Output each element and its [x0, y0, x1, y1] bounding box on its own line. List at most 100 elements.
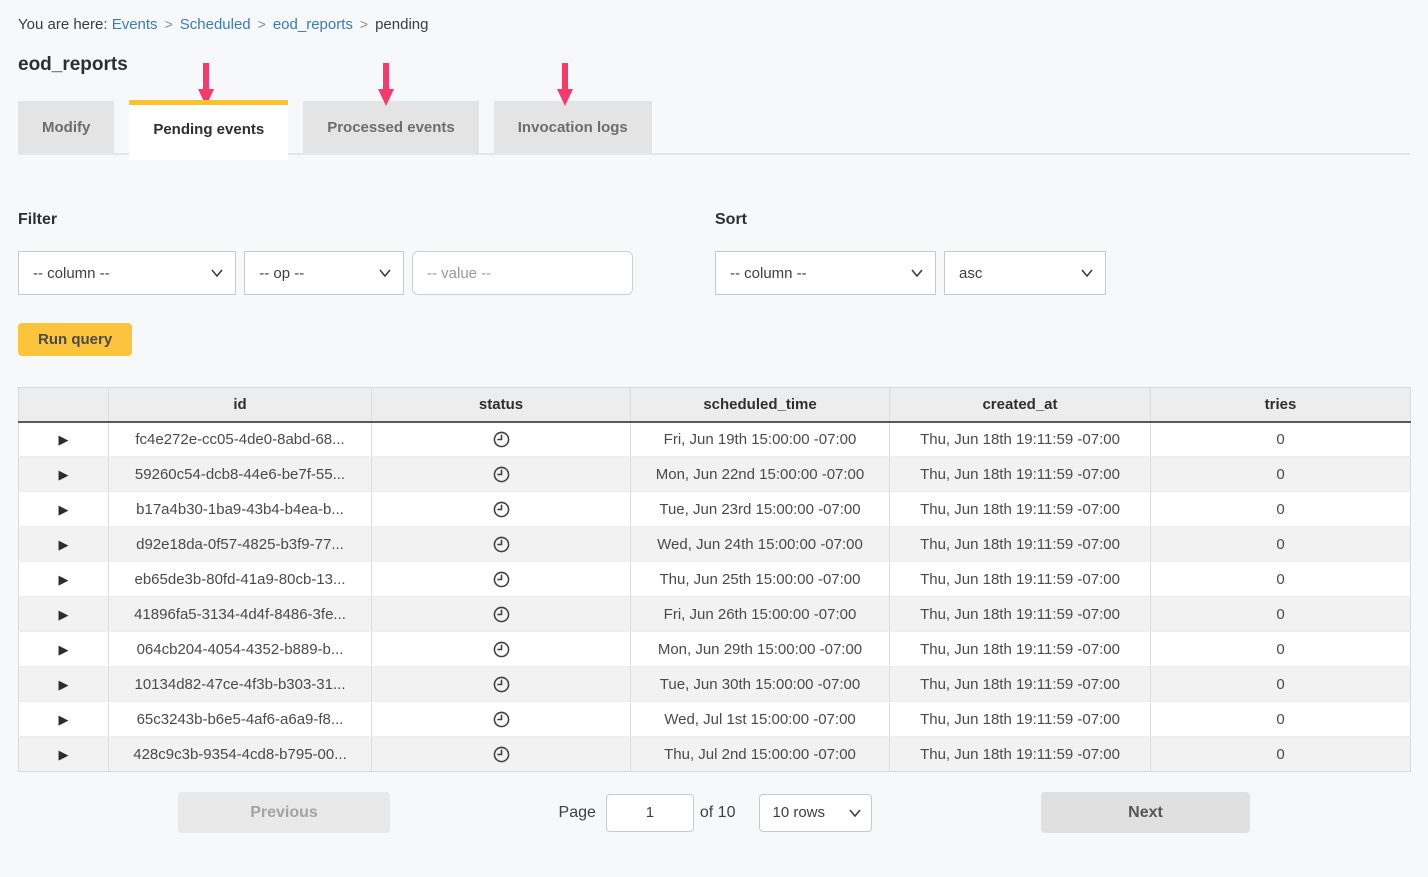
table-row: ▶ fc4e272e-cc05-4de0-8abd-68... Fri, Jun…	[19, 422, 1411, 457]
clock-icon	[493, 746, 510, 763]
filter-value-input[interactable]	[412, 251, 633, 295]
triangle-right-icon: ▶	[59, 572, 69, 587]
triangle-right-icon: ▶	[59, 502, 69, 517]
triangle-right-icon: ▶	[59, 712, 69, 727]
expand-row-button[interactable]: ▶	[51, 604, 77, 625]
expand-row-button[interactable]: ▶	[51, 464, 77, 485]
column-header-created-at: created_at	[890, 388, 1151, 422]
column-header-tries: tries	[1151, 388, 1411, 422]
chevron-right-icon: >	[360, 16, 368, 32]
cell-tries: 0	[1151, 457, 1411, 492]
cell-scheduled-time: Wed, Jun 24th 15:00:00 -07:00	[631, 527, 890, 562]
breadcrumb-link-scheduled[interactable]: Scheduled	[180, 16, 251, 33]
clock-icon	[493, 606, 510, 623]
arrow-down-icon	[557, 63, 573, 106]
chevron-right-icon: >	[165, 16, 173, 32]
cell-tries: 0	[1151, 492, 1411, 527]
table-row: ▶ 428c9c3b-9354-4cd8-b795-00... Thu, Jul…	[19, 737, 1411, 772]
table-header-row: id status scheduled_time created_at trie…	[19, 388, 1411, 422]
expand-row-button[interactable]: ▶	[51, 429, 77, 450]
cell-id: 064cb204-4054-4352-b889-b...	[109, 632, 372, 667]
filter-section: Filter -- column -- -- op --	[18, 211, 633, 295]
cell-created-at: Thu, Jun 18th 19:11:59 -07:00	[890, 457, 1151, 492]
breadcrumb-current: pending	[375, 16, 428, 33]
tab-modify[interactable]: Modify	[18, 101, 114, 153]
expand-row-button[interactable]: ▶	[51, 744, 77, 765]
sort-direction-select[interactable]: asc	[944, 251, 1106, 295]
sort-label: Sort	[715, 211, 1106, 229]
table-row: ▶ 41896fa5-3134-4d4f-8486-3fe... Fri, Ju…	[19, 597, 1411, 632]
expand-row-button[interactable]: ▶	[51, 639, 77, 660]
clock-icon	[493, 431, 510, 448]
cell-created-at: Thu, Jun 18th 19:11:59 -07:00	[890, 702, 1151, 737]
triangle-right-icon: ▶	[59, 432, 69, 447]
tab-invocation-logs[interactable]: Invocation logs	[494, 101, 652, 153]
filter-op-select[interactable]: -- op --	[244, 251, 404, 295]
breadcrumb-link-events[interactable]: Events	[112, 16, 158, 33]
cell-tries: 0	[1151, 702, 1411, 737]
previous-page-button[interactable]: Previous	[178, 792, 390, 833]
clock-icon	[493, 571, 510, 588]
table-row: ▶ 064cb204-4054-4352-b889-b... Mon, Jun …	[19, 632, 1411, 667]
page-count-label: of 10	[700, 804, 736, 822]
expand-row-button[interactable]: ▶	[51, 499, 77, 520]
cell-scheduled-time: Mon, Jun 29th 15:00:00 -07:00	[631, 632, 890, 667]
cell-scheduled-time: Tue, Jun 23rd 15:00:00 -07:00	[631, 492, 890, 527]
breadcrumb-prefix: You are here:	[18, 16, 108, 33]
page-title: eod_reports	[18, 54, 1410, 76]
expand-row-button[interactable]: ▶	[51, 569, 77, 590]
page-number-input[interactable]	[606, 794, 694, 832]
run-query-button[interactable]: Run query	[18, 323, 132, 356]
cell-created-at: Thu, Jun 18th 19:11:59 -07:00	[890, 667, 1151, 702]
table-row: ▶ 10134d82-47ce-4f3b-b303-31... Tue, Jun…	[19, 667, 1411, 702]
cell-created-at: Thu, Jun 18th 19:11:59 -07:00	[890, 422, 1151, 457]
expand-row-button[interactable]: ▶	[51, 534, 77, 555]
cell-scheduled-time: Fri, Jun 26th 15:00:00 -07:00	[631, 597, 890, 632]
cell-tries: 0	[1151, 562, 1411, 597]
cell-tries: 0	[1151, 667, 1411, 702]
chevron-right-icon: >	[258, 16, 266, 32]
column-header-status: status	[372, 388, 631, 422]
arrow-down-icon	[378, 63, 394, 106]
triangle-right-icon: ▶	[59, 677, 69, 692]
triangle-right-icon: ▶	[59, 642, 69, 657]
cell-id: d92e18da-0f57-4825-b3f9-77...	[109, 527, 372, 562]
cell-scheduled-time: Tue, Jun 30th 15:00:00 -07:00	[631, 667, 890, 702]
cell-tries: 0	[1151, 597, 1411, 632]
cell-id: 59260c54-dcb8-44e6-be7f-55...	[109, 457, 372, 492]
expand-row-button[interactable]: ▶	[51, 709, 77, 730]
triangle-right-icon: ▶	[59, 537, 69, 552]
cell-id: 65c3243b-b6e5-4af6-a6a9-f8...	[109, 702, 372, 737]
cell-tries: 0	[1151, 737, 1411, 772]
filter-column-select[interactable]: -- column --	[18, 251, 236, 295]
triangle-right-icon: ▶	[59, 607, 69, 622]
cell-tries: 0	[1151, 422, 1411, 457]
cell-created-at: Thu, Jun 18th 19:11:59 -07:00	[890, 597, 1151, 632]
column-header-id: id	[109, 388, 372, 422]
page-label: Page	[559, 804, 596, 822]
next-page-button[interactable]: Next	[1041, 792, 1250, 833]
column-header-expand	[19, 388, 109, 422]
rows-per-page-select[interactable]: 10 rows	[760, 795, 871, 831]
cell-created-at: Thu, Jun 18th 19:11:59 -07:00	[890, 562, 1151, 597]
triangle-right-icon: ▶	[59, 467, 69, 482]
cell-id: fc4e272e-cc05-4de0-8abd-68...	[109, 422, 372, 457]
clock-icon	[493, 466, 510, 483]
events-table: id status scheduled_time created_at trie…	[18, 387, 1411, 772]
expand-row-button[interactable]: ▶	[51, 674, 77, 695]
cell-created-at: Thu, Jun 18th 19:11:59 -07:00	[890, 527, 1151, 562]
tab-pending-events[interactable]: Pending events	[129, 100, 288, 160]
cell-id: eb65de3b-80fd-41a9-80cb-13...	[109, 562, 372, 597]
clock-icon	[493, 641, 510, 658]
cell-id: 10134d82-47ce-4f3b-b303-31...	[109, 667, 372, 702]
sort-column-select[interactable]: -- column --	[715, 251, 936, 295]
clock-icon	[493, 711, 510, 728]
cell-created-at: Thu, Jun 18th 19:11:59 -07:00	[890, 632, 1151, 667]
query-builder: Filter -- column -- -- op -- Sort	[18, 211, 1410, 295]
breadcrumb-link-eod-reports[interactable]: eod_reports	[273, 16, 353, 33]
table-row: ▶ 65c3243b-b6e5-4af6-a6a9-f8... Wed, Jul…	[19, 702, 1411, 737]
table-row: ▶ b17a4b30-1ba9-43b4-b4ea-b... Tue, Jun …	[19, 492, 1411, 527]
tab-processed-events[interactable]: Processed events	[303, 101, 479, 153]
cell-id: 428c9c3b-9354-4cd8-b795-00...	[109, 737, 372, 772]
cell-scheduled-time: Fri, Jun 19th 15:00:00 -07:00	[631, 422, 890, 457]
